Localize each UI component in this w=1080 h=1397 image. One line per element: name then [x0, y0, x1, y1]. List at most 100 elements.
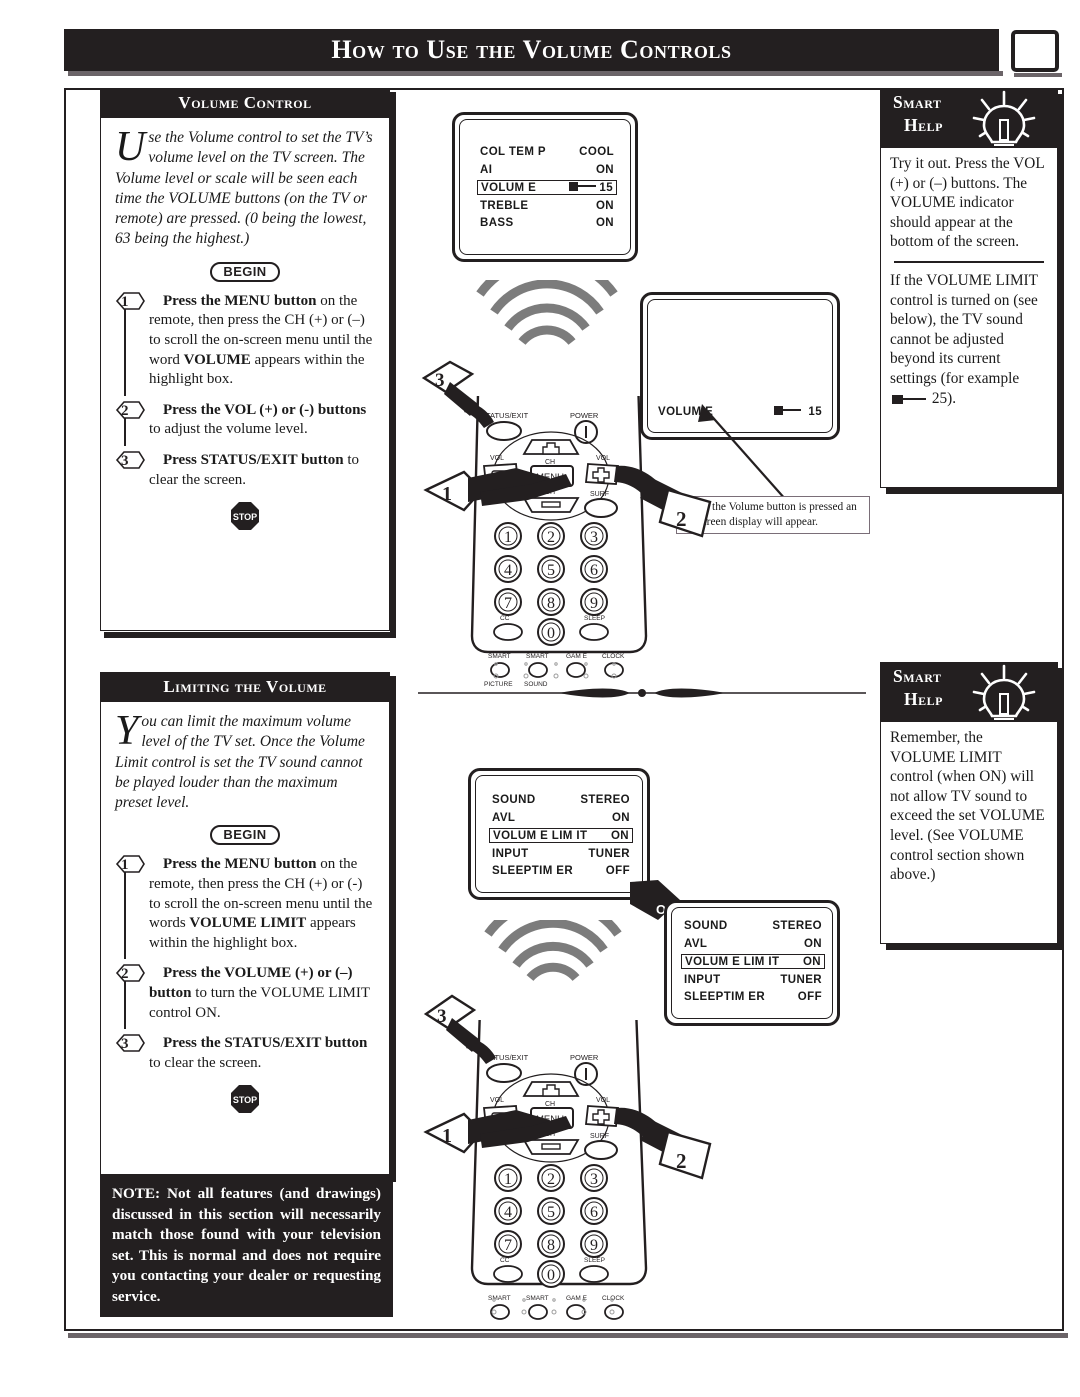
tv-screen-menu-3: SOUND STEREO AVL ON VOLUM E LIM IT ON INPUT TUN… [468, 768, 653, 905]
step-number-1: 1 [115, 853, 145, 873]
step-rule [124, 871, 126, 960]
svg-text:2: 2 [121, 966, 129, 982]
svg-text:4: 4 [504, 1204, 512, 1221]
smart-help-shadow-bottom [886, 944, 1064, 950]
osd-row-label: INPUT [684, 973, 721, 986]
svg-text:CC: CC [500, 1257, 510, 1264]
volume-control-panel: Volume Control Use the Volume control to… [100, 88, 396, 638]
page-title: How to Use the Volume Controls [331, 35, 732, 64]
step-number-2: 2 [115, 962, 145, 982]
osd-row-label: SLEEPTIM ER [492, 865, 574, 877]
step-2: 2 Press the VOLUME (+) or (–) button to … [115, 962, 375, 1030]
svg-text:3: 3 [437, 1006, 447, 1027]
step-rule [124, 980, 126, 1030]
step-number-3: 3 [115, 1032, 145, 1052]
svg-text:4: 4 [504, 562, 512, 579]
step-1: 1 Press the MENU button on the remote, t… [115, 291, 375, 396]
smart-help-para-2: If the VOLUME LIMIT control is turned on… [890, 271, 1048, 408]
smart-help-panel-2: Smart Help Remember, the VOLUME LIMIT co… [880, 662, 1064, 950]
osd-row: VOLUM E LIM IT ON [681, 954, 825, 969]
svg-text:0: 0 [547, 625, 555, 642]
osd-row-label: AI [480, 163, 493, 176]
step-number-2: 2 [115, 399, 145, 419]
step-1-bold2: VOLUME LIMIT [189, 915, 307, 932]
osd-row: AVL ON [681, 937, 825, 951]
step-1-bold: Press the MENU button [163, 856, 317, 873]
step-3-bold: Press STATUS/EXIT button [163, 451, 344, 468]
volume-control-heading-text: Volume Control [178, 93, 312, 112]
limiting-volume-heading-text: Limiting the Volume [163, 677, 327, 696]
svg-text:8: 8 [547, 595, 555, 612]
osd-row-value: ON [595, 199, 614, 212]
smart-help-shadow-right [1058, 94, 1064, 494]
stop-badge: STOP [230, 501, 260, 531]
step-2-rest: to adjust the volume level. [149, 421, 308, 438]
smart-help-shadow-right [1058, 668, 1064, 950]
svg-text:STOP: STOP [233, 1095, 257, 1105]
osd-row-label: COL TEM P [480, 146, 547, 158]
svg-text:6: 6 [590, 1204, 598, 1221]
osd-row: SOUND STEREO [489, 793, 633, 807]
svg-text:2: 2 [676, 507, 687, 531]
svg-text:3: 3 [435, 370, 445, 391]
osd-row-value: ON [595, 163, 614, 176]
limiting-volume-body: You can limit the maximum volume level o… [100, 702, 390, 1175]
osd-row-label: VOLUM E LIM IT [685, 955, 780, 968]
note-block: NOTE: Not all features (and drawings) di… [100, 1175, 393, 1317]
step-rule [124, 416, 126, 446]
osd-row: BASS ON [477, 216, 617, 230]
lightbulb-icon [956, 656, 1052, 739]
osd-menu-1: COL TEM P COOL AI ON VOLUM E 15 TREBLE ON BASS O… [477, 145, 617, 234]
step-rule [124, 307, 126, 396]
smart-help-header: Smart Help [880, 662, 1058, 722]
osd-row-value: ON [803, 937, 822, 950]
svg-text:1: 1 [442, 483, 452, 505]
svg-text:1: 1 [442, 1125, 452, 1147]
osd-row-label: TREBLE [480, 199, 529, 212]
svg-text:7: 7 [504, 1237, 512, 1254]
osd-row: AVL ON [489, 811, 633, 825]
tv-icon-shadow [1014, 73, 1062, 77]
smart-help-word-2: Help [904, 689, 943, 709]
signal-waves-2 [478, 896, 628, 987]
step-1-bold2: VOLUME [183, 351, 251, 368]
osd-row-label: SOUND [492, 794, 536, 806]
osd-row: VOLUM E 15 [477, 180, 617, 195]
volume-control-body: Use the Volume control to set the TV’s v… [100, 118, 390, 631]
smart-help-para-2a: If the VOLUME LIMIT control is turned on… [890, 271, 1038, 387]
step-3: 3 Press STATUS/EXIT button to clear the … [115, 451, 375, 490]
svg-text:STOP: STOP [233, 512, 257, 522]
svg-text:7: 7 [504, 595, 512, 612]
osd-row-value: COOL [579, 146, 614, 158]
smart-help-para-1: Try it out. Press the VOL (+) or (–) but… [890, 155, 1045, 251]
osd-row-value: ON [802, 955, 821, 968]
hand-callouts-upper: 3 1 2 [421, 360, 712, 538]
step-3-rest: to clear the screen. [149, 1054, 262, 1071]
svg-text:5: 5 [547, 1204, 555, 1221]
dropcap: Y [115, 708, 139, 754]
svg-text:8: 8 [547, 1237, 555, 1254]
smart-help-word-1: Smart [893, 666, 942, 686]
svg-text:6: 6 [590, 562, 598, 579]
osd-row: INPUT TUNER [681, 973, 825, 987]
svg-text:3: 3 [121, 453, 129, 469]
svg-text:0: 0 [547, 1267, 555, 1284]
step-1: 1 Press the MENU button on the remote, t… [115, 853, 375, 960]
panel-shadow-right [390, 92, 396, 632]
osd-row-label: BASS [480, 217, 514, 229]
limiting-volume-intro: You can limit the maximum volume level o… [115, 708, 375, 813]
smart-help-word-2: Help [904, 115, 943, 135]
page-title-bar: How to Use the Volume Controls [64, 29, 999, 71]
osd-row-value: 15 [568, 181, 613, 194]
smart-help-header: Smart Help [880, 88, 1058, 148]
limiting-volume-panel: Limiting the Volume You can limit the ma… [100, 672, 396, 1182]
panel-shadow-right [390, 676, 396, 1176]
dropcap: U [115, 124, 146, 170]
step-2-text: Press the VOLUME (+) or (–) button to tu… [149, 964, 375, 1023]
osd-row: COL TEM P COOL [477, 145, 617, 159]
smart-help-word-1: Smart [893, 92, 942, 112]
osd-row-label: VOLUM E LIM IT [493, 829, 588, 842]
tv-icon [1011, 30, 1059, 72]
step-3-text: Press the STATUS/EXIT button to clear th… [149, 1034, 375, 1073]
step-1-text: Press the MENU button on the remote, the… [149, 292, 375, 390]
